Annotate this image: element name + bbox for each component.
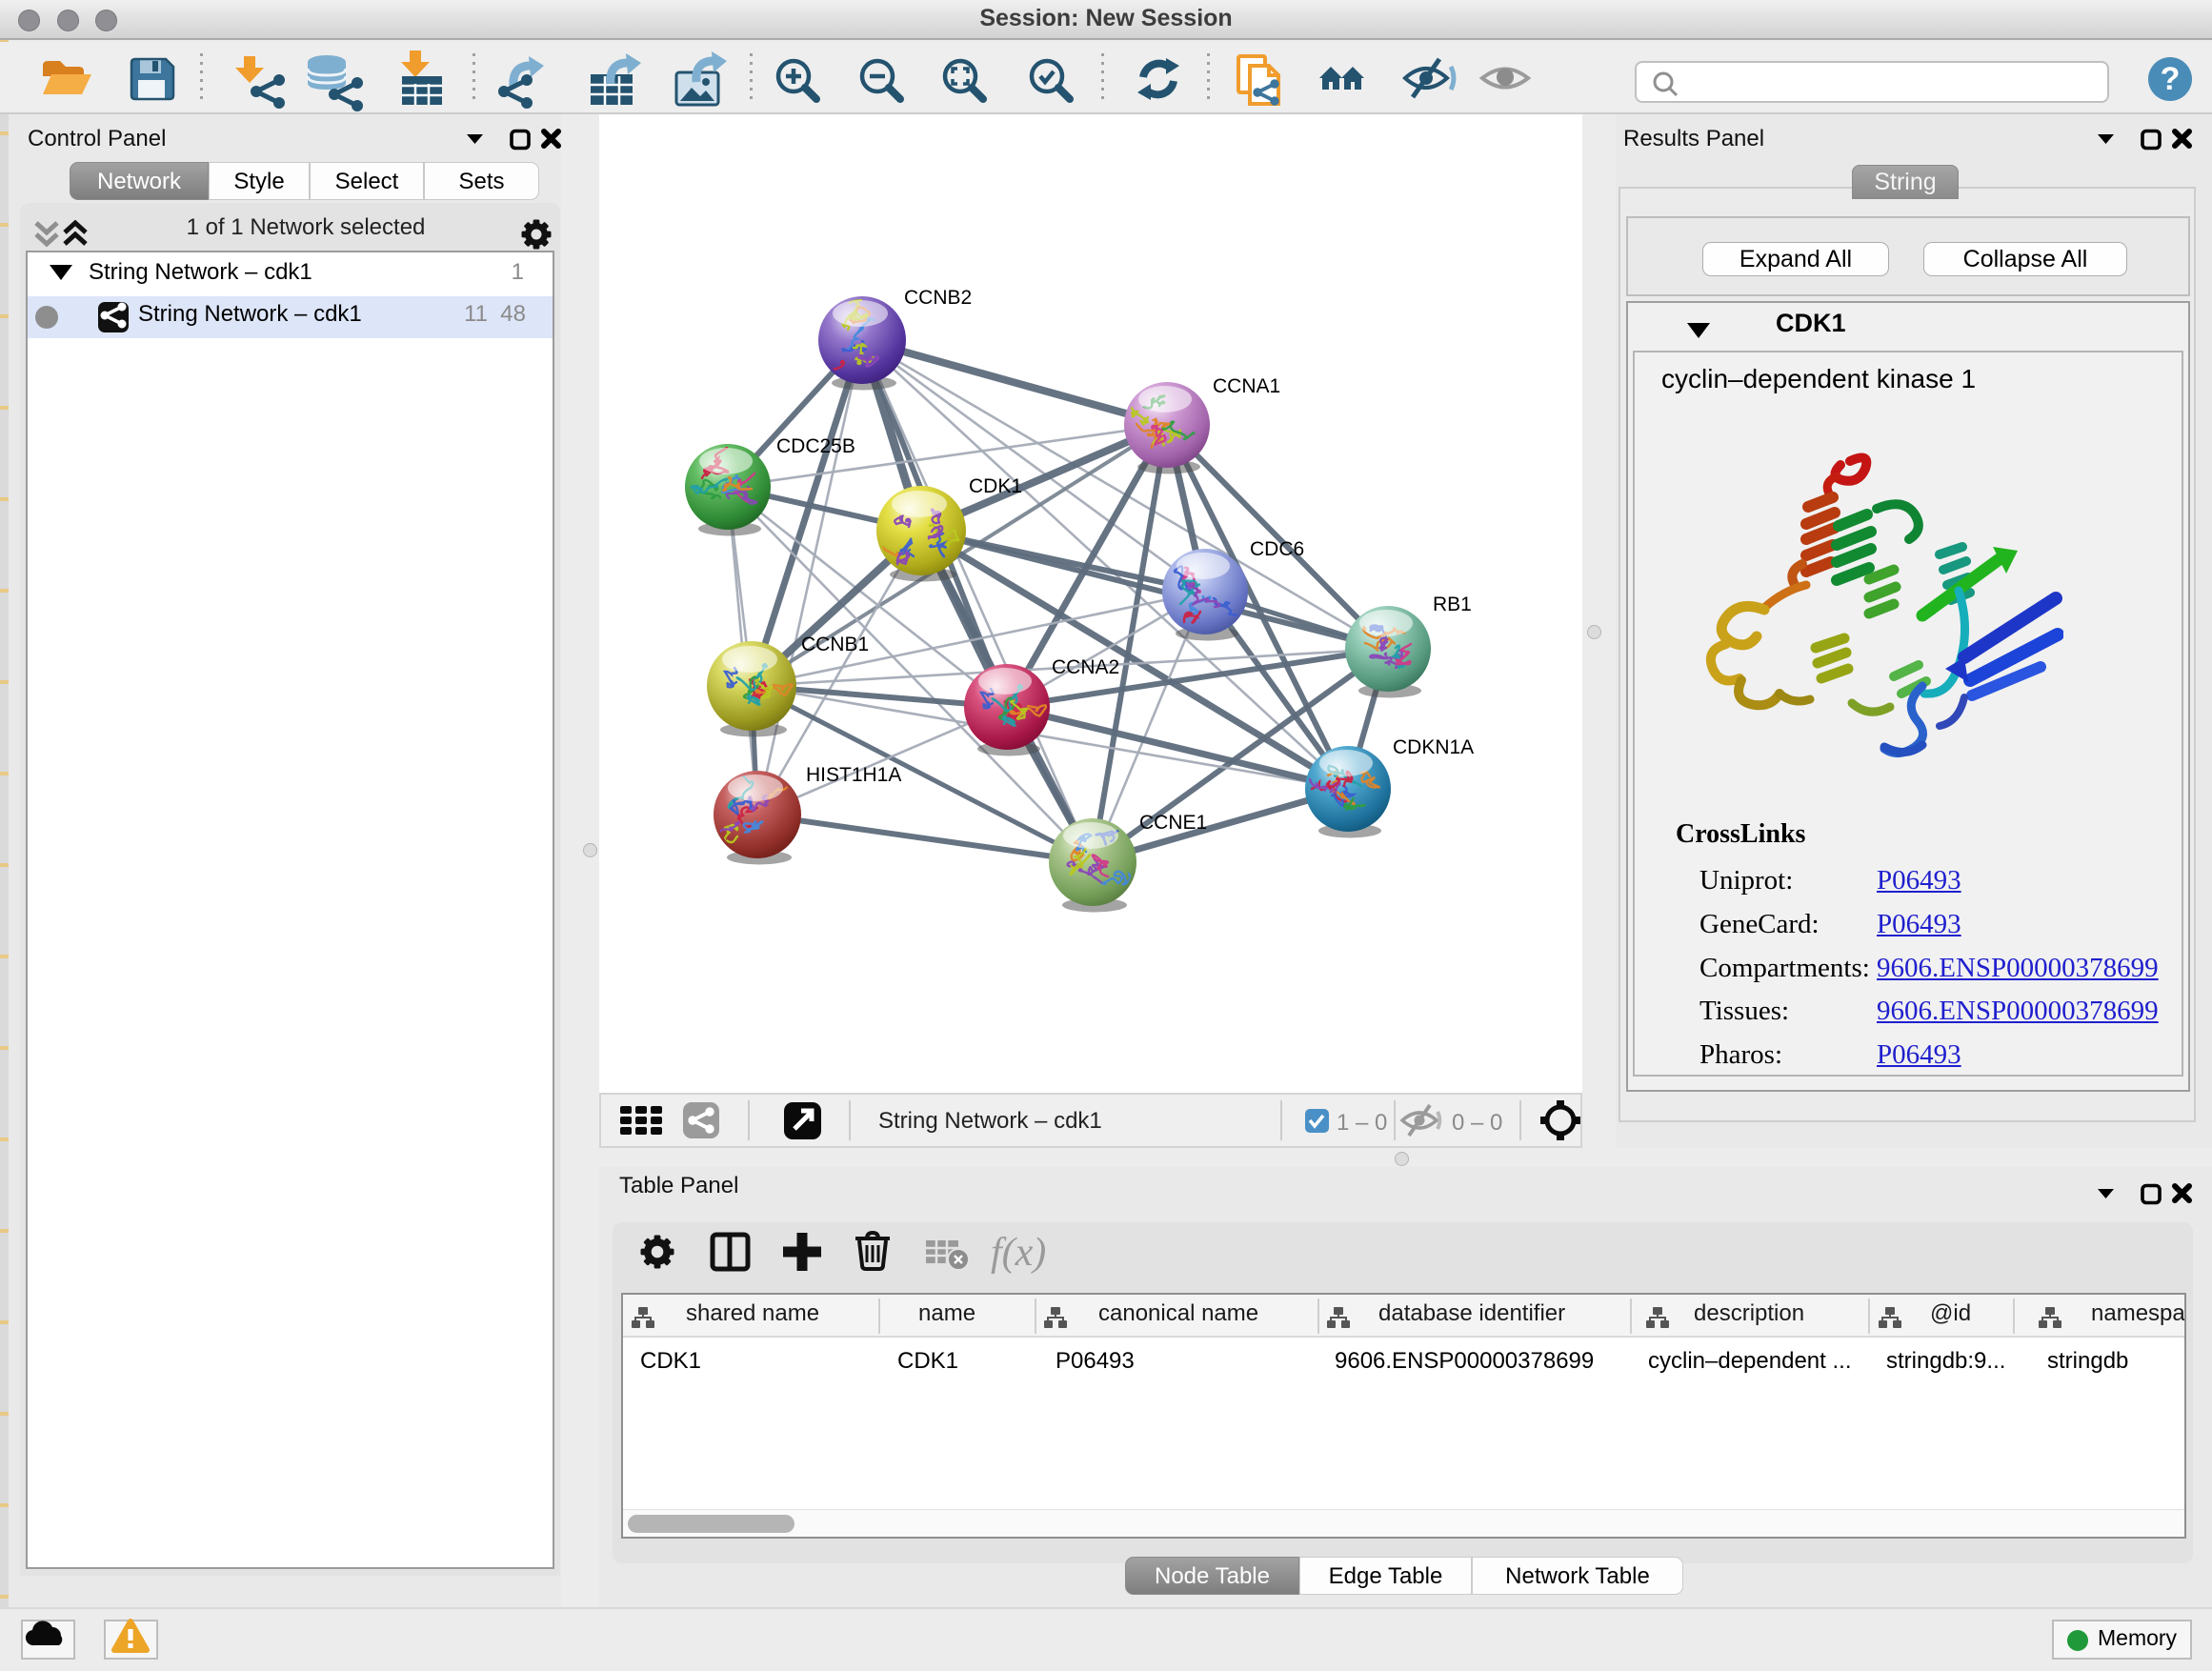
- svg-text:?: ?: [2161, 61, 2181, 97]
- svg-text:f(x): f(x): [991, 1231, 1046, 1275]
- svg-text:1 – 0: 1 – 0: [1337, 1110, 1387, 1136]
- svg-text:0 – 0: 0 – 0: [1452, 1110, 1502, 1136]
